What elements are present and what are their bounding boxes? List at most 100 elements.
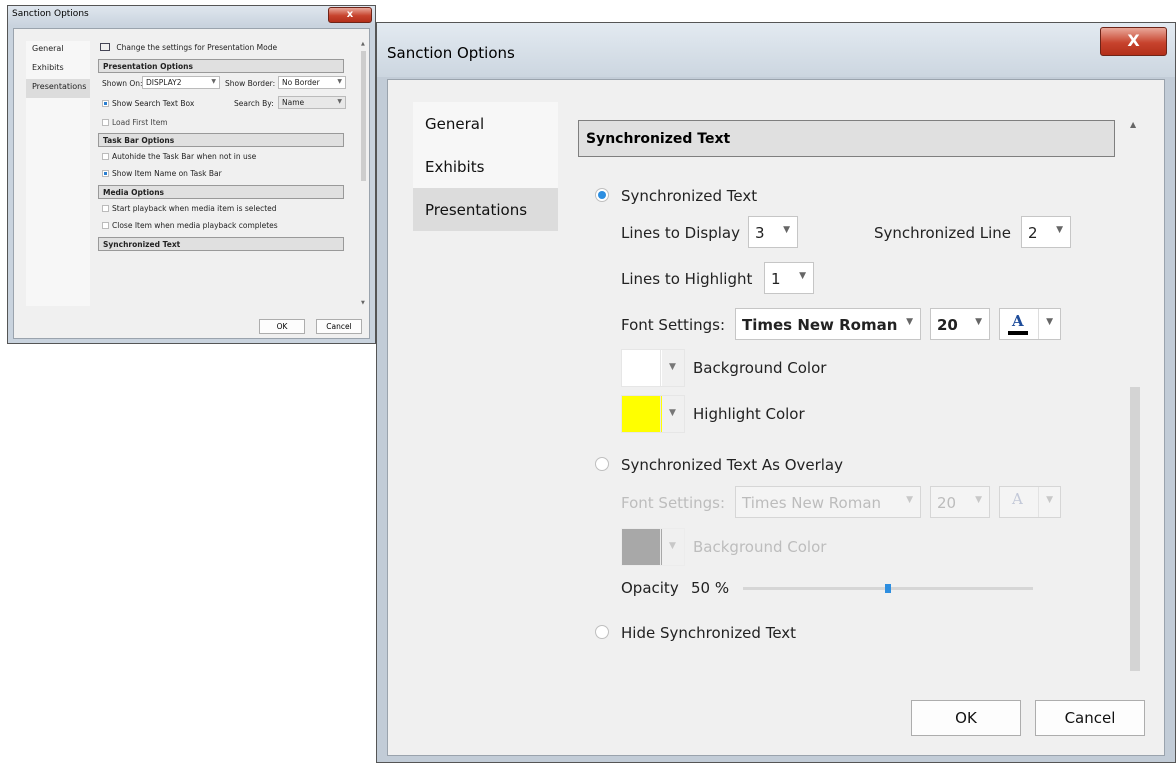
- small-show-item-name-label: Show Item Name on Task Bar: [112, 169, 222, 178]
- small-close-item-row: Close Item when media playback completes: [98, 217, 354, 237]
- scroll-up-icon[interactable]: ▲: [1130, 120, 1136, 129]
- nav-item-presentations[interactable]: Presentations: [413, 188, 558, 231]
- small-sync-text-header: Synchronized Text: [98, 237, 344, 251]
- large-title-bar[interactable]: Sanction Options X: [377, 23, 1175, 77]
- font-size-dropdown[interactable]: 20 ▼: [930, 308, 990, 340]
- small-show-search-label: Show Search Text Box: [112, 99, 195, 108]
- font-color-picker[interactable]: A ▼: [999, 308, 1061, 340]
- sync-overlay-radio[interactable]: [595, 457, 609, 471]
- background-color-picker[interactable]: ▼: [621, 349, 685, 387]
- close-button[interactable]: X: [1100, 27, 1167, 56]
- opacity-value: 50 %: [691, 579, 730, 597]
- chevron-down-icon: ▼: [660, 529, 684, 565]
- small-ok-button[interactable]: OK: [259, 319, 305, 334]
- highlight-color-picker[interactable]: ▼: [621, 395, 685, 433]
- large-dialog-body: General Exhibits Presentations Synchroni…: [387, 79, 1165, 756]
- font-settings-label: Font Settings:: [621, 316, 726, 334]
- synchronized-line-dropdown[interactable]: 2 ▼: [1021, 216, 1071, 248]
- font-color-swatch: [1008, 331, 1028, 335]
- lines-to-display-dropdown[interactable]: 3 ▼: [748, 216, 798, 248]
- overlay-font-size-dropdown[interactable]: 20 ▼: [930, 486, 990, 518]
- small-show-border-value: No Border: [282, 78, 320, 87]
- scroll-thumb[interactable]: [1130, 387, 1140, 671]
- chevron-down-icon: ▼: [1056, 225, 1063, 235]
- large-options-window: Sanction Options X General Exhibits Pres…: [376, 22, 1176, 763]
- scroll-down-icon[interactable]: ▼: [361, 300, 365, 306]
- checkbox-icon: [102, 205, 109, 212]
- background-color-swatch: [622, 350, 662, 386]
- small-shown-on-dropdown[interactable]: DISPLAY2 ▼: [142, 76, 220, 89]
- small-nav-panel: General Exhibits Presentations: [26, 41, 90, 306]
- small-nav-item-exhibits[interactable]: Exhibits: [26, 60, 90, 79]
- overlay-font-color-picker[interactable]: A ▼: [999, 486, 1061, 518]
- chevron-down-icon: ▼: [337, 98, 342, 105]
- small-start-playback-row: Start playback when media item is select…: [98, 199, 354, 217]
- small-search-by-label: Search By:: [234, 99, 274, 108]
- small-show-search-checkbox[interactable]: Show Search Text Box: [102, 99, 194, 108]
- small-start-playback-checkbox[interactable]: Start playback when media item is select…: [102, 204, 277, 213]
- small-window-title: Sanction Options: [12, 9, 89, 19]
- settings-content: Synchronized Text Synchronized Text Line…: [578, 80, 1116, 680]
- small-scroll-thumb[interactable]: [361, 51, 366, 181]
- small-search-by-value: Name: [282, 98, 305, 107]
- cancel-button[interactable]: Cancel: [1035, 700, 1145, 736]
- small-search-row: Show Search Text Box Search By: Name ▼: [98, 95, 354, 113]
- chevron-down-icon: ▼: [906, 495, 913, 505]
- small-shown-on-value: DISPLAY2: [146, 78, 182, 87]
- scroll-up-icon[interactable]: ▲: [361, 41, 365, 47]
- ok-button[interactable]: OK: [911, 700, 1021, 736]
- small-shown-on-row: Shown On: DISPLAY2 ▼ Show Border: No Bor…: [98, 73, 354, 95]
- opacity-slider-thumb[interactable]: [885, 584, 891, 593]
- hide-sync-text-label: Hide Synchronized Text: [621, 624, 797, 642]
- small-show-border-dropdown[interactable]: No Border ▼: [278, 76, 346, 89]
- synchronized-line-label: Synchronized Line: [874, 224, 1011, 242]
- background-color-label: Background Color: [693, 359, 827, 377]
- overlay-background-color-picker[interactable]: ▼: [621, 528, 685, 566]
- monitor-icon: [100, 43, 110, 51]
- small-intro-row: Change the settings for Presentation Mod…: [98, 41, 354, 59]
- highlight-color-label: Highlight Color: [693, 405, 805, 423]
- chevron-down-icon: ▼: [660, 396, 684, 432]
- small-nav-item-general[interactable]: General: [26, 41, 90, 60]
- small-search-by-dropdown[interactable]: Name ▼: [278, 96, 346, 109]
- large-window-title: Sanction Options: [387, 44, 515, 62]
- sync-text-radio-label: Synchronized Text: [621, 187, 758, 205]
- small-nav-item-presentations[interactable]: Presentations: [26, 79, 90, 98]
- checkbox-checked-icon: [102, 170, 109, 177]
- hide-sync-text-radio[interactable]: [595, 625, 609, 639]
- small-load-first-row: Load First Item: [98, 113, 354, 133]
- chevron-down-icon: ▼: [211, 78, 216, 85]
- lines-to-highlight-value: 1: [771, 270, 781, 288]
- font-size-value: 20: [937, 316, 958, 334]
- small-load-first-checkbox[interactable]: Load First Item: [102, 118, 168, 127]
- sync-text-radio[interactable]: [595, 188, 609, 202]
- overlay-font-family-value: Times New Roman: [742, 494, 882, 512]
- sync-overlay-radio-label: Synchronized Text As Overlay: [621, 456, 844, 474]
- small-autohide-checkbox[interactable]: Autohide the Task Bar when not in use: [102, 152, 256, 161]
- nav-item-exhibits[interactable]: Exhibits: [413, 145, 558, 188]
- font-family-dropdown[interactable]: Times New Roman ▼: [735, 308, 921, 340]
- checkbox-icon: [102, 222, 109, 229]
- small-close-button[interactable]: x: [328, 7, 372, 23]
- small-vertical-scrollbar[interactable]: ▲ ▼: [360, 41, 367, 306]
- small-presentation-options-header: Presentation Options: [98, 59, 344, 73]
- chevron-down-icon: ▼: [1046, 495, 1053, 505]
- checkbox-checked-icon: [102, 100, 109, 107]
- chevron-down-icon: ▼: [1046, 317, 1053, 327]
- small-cancel-button[interactable]: Cancel: [316, 319, 362, 334]
- chevron-down-icon: ▼: [799, 271, 806, 281]
- vertical-scrollbar[interactable]: ▲ ▼: [1126, 118, 1144, 718]
- nav-item-general[interactable]: General: [413, 102, 558, 145]
- small-show-item-name-checkbox[interactable]: Show Item Name on Task Bar: [102, 169, 222, 178]
- nav-panel: General Exhibits Presentations: [413, 102, 558, 231]
- lines-to-highlight-dropdown[interactable]: 1 ▼: [764, 262, 814, 294]
- small-autohide-row: Autohide the Task Bar when not in use: [98, 147, 354, 165]
- lines-to-display-value: 3: [755, 224, 765, 242]
- small-title-bar[interactable]: Sanction Options x: [8, 6, 375, 26]
- highlight-color-swatch: [622, 396, 662, 432]
- overlay-font-size-value: 20: [937, 494, 957, 512]
- checkbox-icon: [102, 119, 109, 126]
- overlay-font-family-dropdown[interactable]: Times New Roman ▼: [735, 486, 921, 518]
- chevron-down-icon: ▼: [975, 495, 982, 505]
- small-close-item-checkbox[interactable]: Close Item when media playback completes: [102, 221, 278, 230]
